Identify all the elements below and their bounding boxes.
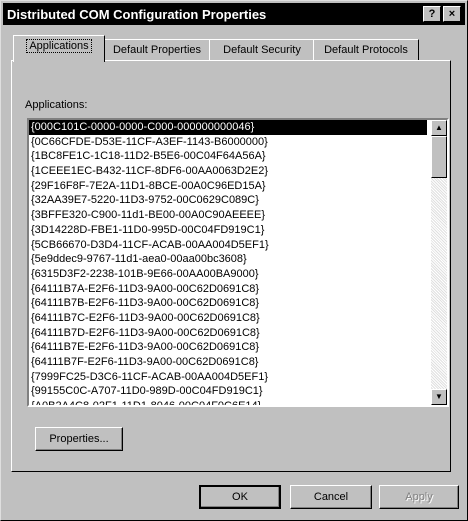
list-item[interactable]: {6315D3F2-2238-101B-9E66-00AA00BA9000} xyxy=(29,267,427,282)
apply-button[interactable]: Apply xyxy=(379,485,459,509)
tab-default-properties[interactable]: Default Properties xyxy=(103,39,211,60)
vertical-scrollbar[interactable]: ▲ ▼ xyxy=(431,120,447,405)
list-item[interactable]: {5CB66670-D3D4-11CF-ACAB-00AA004D5EF1} xyxy=(29,238,427,253)
list-item[interactable]: {64111B7A-E2F6-11D3-9A00-00C62D0691C8} xyxy=(29,282,427,297)
scroll-thumb[interactable] xyxy=(431,136,447,178)
tab-strip: Applications Default Properties Default … xyxy=(11,35,451,62)
list-item[interactable]: {1CEEE1EC-B432-11CF-8DF6-00AA0063D2E2} xyxy=(29,164,427,179)
list-item[interactable]: {32AA39E7-5220-11D3-9752-00C0629C089C} xyxy=(29,193,427,208)
properties-button[interactable]: Properties... xyxy=(35,427,123,451)
list-item[interactable]: {7999FC25-D3C6-11CF-ACAB-00AA004D5EF1} xyxy=(29,370,427,385)
list-item[interactable]: {1BC8FE1C-1C18-11D2-B5E6-00C04F64A56A} xyxy=(29,149,427,164)
cancel-button[interactable]: Cancel xyxy=(290,485,372,509)
ok-button[interactable]: OK xyxy=(199,485,281,509)
help-button[interactable]: ? xyxy=(423,6,441,22)
list-item[interactable]: {64111B7F-E2F6-11D3-9A00-00C62D0691C8} xyxy=(29,355,427,370)
list-item[interactable]: {3D14228D-FBE1-11D0-995D-00C04FD919C1} xyxy=(29,223,427,238)
close-button[interactable]: × xyxy=(443,6,461,22)
scroll-up-arrow-icon[interactable]: ▲ xyxy=(431,120,447,136)
list-item[interactable]: {3BFFE320-C900-11d1-BE00-00A0C90AEEEE} xyxy=(29,208,427,223)
applications-listbox[interactable]: {000C101C-0000-0000-C000-000000000046} {0… xyxy=(27,118,449,407)
list-item[interactable]: {29F16F8F-7E2A-11D1-8BCE-00A0C96ED15A} xyxy=(29,179,427,194)
list-item[interactable]: {0C66CFDE-D53E-11CF-A3EF-1143-B6000000} xyxy=(29,135,427,150)
list-item[interactable]: {5e9ddec9-9767-11d1-aea0-00aa00bc3608} xyxy=(29,252,427,267)
window-title: Distributed COM Configuration Properties xyxy=(7,7,267,22)
list-item[interactable]: {64111B7C-E2F6-11D3-9A00-00C62D0691C8} xyxy=(29,311,427,326)
tab-applications[interactable]: Applications xyxy=(13,35,105,62)
tab-default-security[interactable]: Default Security xyxy=(209,39,315,60)
list-item[interactable]: {99155C0C-A707-11D0-989D-00C04FD919C1} xyxy=(29,384,427,399)
list-item[interactable]: {64111B7B-E2F6-11D3-9A00-00C62D0691C8} xyxy=(29,296,427,311)
list-item[interactable]: {000C101C-0000-0000-C000-000000000046} xyxy=(29,120,427,135)
tab-default-protocols[interactable]: Default Protocols xyxy=(313,39,419,60)
scroll-down-arrow-icon[interactable]: ▼ xyxy=(431,389,447,405)
applications-label: Applications: xyxy=(25,99,88,111)
applications-list: {000C101C-0000-0000-C000-000000000046} {0… xyxy=(29,120,427,405)
list-item[interactable]: {A0B2A4C8-02F1-11D1-8046-00C04F0C6E14} xyxy=(29,399,427,405)
list-item[interactable]: {64111B7D-E2F6-11D3-9A00-00C62D0691C8} xyxy=(29,326,427,341)
dcom-config-dialog: Distributed COM Configuration Properties… xyxy=(0,0,468,521)
title-bar[interactable]: Distributed COM Configuration Properties… xyxy=(3,3,465,25)
list-item[interactable]: {64111B7E-E2F6-11D3-9A00-00C62D0691C8} xyxy=(29,340,427,355)
